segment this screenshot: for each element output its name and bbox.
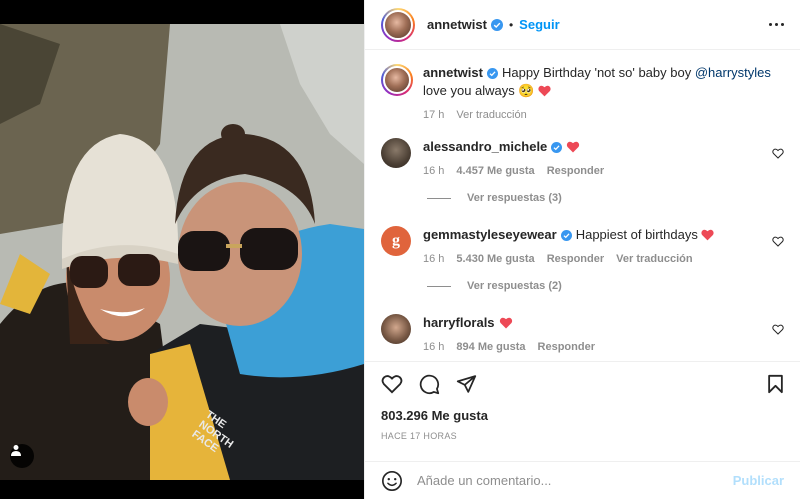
- comment-item: harryflorals 16 h 894 Me gusta Responder: [381, 314, 784, 356]
- publish-button[interactable]: Publicar: [733, 473, 784, 488]
- post-actions: 803.296 Me gusta HACE 17 HORAS: [365, 362, 800, 441]
- caption-tail: love you always: [423, 83, 515, 98]
- comment-username[interactable]: alessandro_michele: [423, 139, 547, 154]
- caption-body: Happy Birthday 'not so' baby boy: [501, 65, 692, 80]
- comment-item: alessandro_michele 16 h 4.457 Me gusta R…: [381, 138, 784, 180]
- caption-translate-link[interactable]: Ver traducción: [456, 106, 526, 124]
- verified-badge-icon: [490, 18, 503, 31]
- bookmark-icon[interactable]: [767, 374, 784, 394]
- selfie-illustration: THE NORTH FACE: [0, 24, 364, 480]
- caption-time[interactable]: 17 h: [423, 106, 444, 124]
- red-heart-icon: [499, 317, 513, 329]
- red-heart-icon: [701, 229, 715, 241]
- comment-likes[interactable]: 5.430 Me gusta: [456, 250, 534, 268]
- comment-translate-link[interactable]: Ver traducción: [616, 250, 692, 268]
- caption-row: annetwist Happy Birthday 'not so' baby bo…: [381, 64, 784, 124]
- caption-username[interactable]: annetwist: [423, 65, 483, 80]
- comment-avatar[interactable]: g: [381, 226, 411, 256]
- comment-time[interactable]: 16 h: [423, 162, 444, 180]
- comments-list[interactable]: annetwist Happy Birthday 'not so' baby bo…: [365, 50, 800, 362]
- comment-avatar[interactable]: [381, 138, 411, 168]
- red-heart-icon: [538, 85, 551, 97]
- heart-icon[interactable]: [772, 324, 784, 335]
- comment-likes[interactable]: 4.457 Me gusta: [456, 162, 534, 180]
- post-media-pane: THE NORTH FACE: [0, 0, 364, 499]
- reply-button[interactable]: Responder: [547, 250, 604, 268]
- follow-button[interactable]: Seguir: [519, 17, 559, 32]
- more-options-icon[interactable]: [769, 23, 784, 26]
- action-icons: [381, 362, 784, 406]
- comment-composer: Publicar: [365, 461, 800, 499]
- verified-badge-icon: [551, 142, 563, 153]
- author-avatar[interactable]: [381, 7, 415, 42]
- likes-count[interactable]: 803.296 Me gusta: [381, 408, 784, 423]
- share-icon[interactable]: [456, 374, 477, 394]
- pleading-emoji: 🥺: [518, 83, 535, 98]
- user-tag-icon[interactable]: [10, 444, 34, 468]
- comment-username[interactable]: harryflorals: [423, 315, 495, 330]
- comment-username[interactable]: gemmastyleseyewear: [423, 227, 557, 242]
- caption-text: annetwist Happy Birthday 'not so' baby bo…: [423, 64, 784, 100]
- view-replies-label: Ver respuestas (2): [467, 280, 562, 292]
- view-replies-label: Ver respuestas (3): [467, 192, 562, 204]
- caption-meta: 17 h Ver traducción: [423, 106, 784, 124]
- reply-button[interactable]: Responder: [547, 162, 604, 180]
- verified-badge-icon: [560, 230, 572, 241]
- caption-mention[interactable]: @harrystyles: [695, 65, 771, 80]
- separator-dot: •: [508, 17, 514, 32]
- comment-input[interactable]: [417, 473, 733, 488]
- post-timestamp[interactable]: HACE 17 HORAS: [381, 431, 784, 441]
- red-heart-icon: [566, 141, 580, 153]
- view-replies-button[interactable]: Ver respuestas (3): [427, 192, 562, 204]
- emoji-icon[interactable]: [381, 470, 403, 492]
- comment-time[interactable]: 16 h: [423, 338, 444, 356]
- comment-icon[interactable]: [419, 374, 440, 395]
- verified-badge-icon: [486, 68, 498, 79]
- post-header: annetwist • Seguir: [365, 0, 800, 50]
- comment-item: g gemmastyleseyewear Happiest of birthday…: [381, 226, 784, 268]
- heart-icon[interactable]: [381, 374, 403, 394]
- comment-text: Happiest of birthdays: [575, 227, 698, 242]
- comment-likes[interactable]: 894 Me gusta: [456, 338, 525, 356]
- comment-time[interactable]: 16 h: [423, 250, 444, 268]
- view-replies-button[interactable]: Ver respuestas (2): [427, 280, 562, 292]
- post-photo[interactable]: THE NORTH FACE: [0, 24, 364, 480]
- post-side-panel: annetwist • Seguir annetwist Happy Birthd…: [364, 0, 800, 499]
- caption-avatar[interactable]: [381, 64, 413, 96]
- author-username[interactable]: annetwist: [427, 17, 487, 32]
- reply-button[interactable]: Responder: [538, 338, 595, 356]
- comment-avatar[interactable]: [381, 314, 411, 344]
- heart-icon[interactable]: [772, 236, 784, 247]
- heart-icon[interactable]: [772, 148, 784, 159]
